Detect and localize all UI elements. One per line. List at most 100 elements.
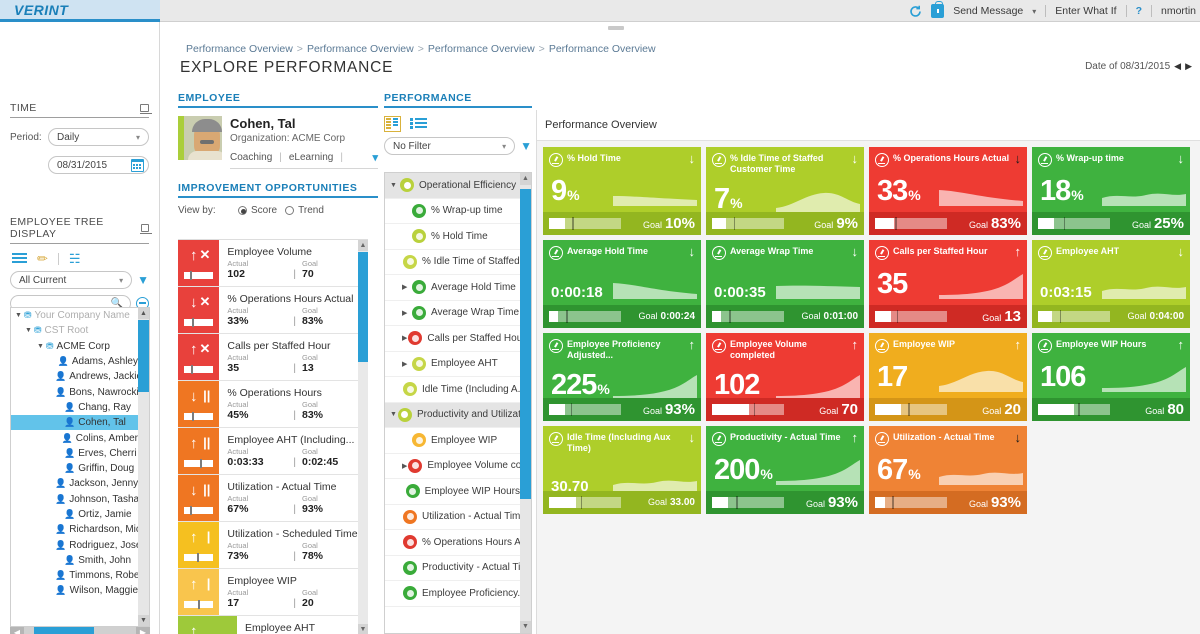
scroll-up-button[interactable]: ▲	[138, 308, 149, 319]
performance-filter-select[interactable]: No Filter ▾	[384, 137, 515, 155]
performance-tree-node[interactable]: ▶Employee AHT	[385, 352, 520, 378]
kpi-tile[interactable]: Employee AHT↓0:03:15Goal0:04:00	[1032, 240, 1190, 328]
chevron-right-icon[interactable]: ▶	[402, 283, 411, 291]
chevron-right-icon[interactable]: ▶	[402, 360, 411, 368]
kpi-tile[interactable]: Idle Time (Including Aux Time)↓30.70Goal…	[543, 426, 701, 514]
enter-what-if-button[interactable]: Enter What If	[1055, 5, 1116, 17]
kpi-tile[interactable]: Employee Volume completed↑102Goal70	[706, 333, 864, 421]
refresh-icon[interactable]	[909, 5, 922, 18]
filter-funnel-icon[interactable]: ▼	[520, 139, 532, 153]
kpi-tile[interactable]: % Idle Time of Staffed Customer Time↓7%G…	[706, 147, 864, 235]
employee-tree-node[interactable]: 👤Ortiz, Jamie	[11, 507, 138, 522]
breadcrumb-item[interactable]: Performance Overview	[307, 43, 414, 55]
next-arrow-icon[interactable]: ▶	[1185, 61, 1192, 72]
kpi-tile[interactable]: % Wrap-up time↓18%Goal25%	[1032, 147, 1190, 235]
chevron-down-icon[interactable]: ▾	[1032, 7, 1036, 16]
period-select[interactable]: Daily ▾	[48, 128, 149, 146]
chevron-right-icon[interactable]: ▶	[402, 462, 407, 470]
performance-tree-node[interactable]: ▶Employee Volume co...	[385, 454, 520, 480]
kpi-tile[interactable]: Productivity - Actual Time↑200%Goal93%	[706, 426, 864, 514]
performance-tree-node[interactable]: ▶Calls per Staffed Hour	[385, 326, 520, 352]
improvement-opportunity-row[interactable]: ↑|Employee WIPActual17|Goal20	[178, 569, 368, 616]
employee-tree-node[interactable]: 👤Richardson, Michael	[11, 522, 138, 537]
kpi-tile[interactable]: Average Hold Time↓0:00:18Goal0:00:24	[543, 240, 701, 328]
list-icon[interactable]	[410, 117, 427, 130]
employee-tree-node[interactable]: 👤Bons, Nawrocki	[11, 384, 138, 399]
employee-tree-node[interactable]: 👤Smith, John	[11, 553, 138, 568]
scroll-thumb[interactable]	[520, 189, 531, 499]
performance-tree-node[interactable]: % Operations Hours A...	[385, 530, 520, 556]
scroll-down-button[interactable]: ▼	[358, 624, 368, 634]
report-icon[interactable]	[384, 116, 399, 130]
lock-icon[interactable]	[931, 4, 944, 18]
performance-tree-scrollbar[interactable]: ▲ ▼	[520, 173, 531, 633]
performance-tree-node[interactable]: Productivity - Actual Ti...	[385, 556, 520, 582]
performance-tree-node[interactable]: Employee WIP	[385, 428, 520, 454]
performance-tree-node[interactable]: Idle Time (Including A...	[385, 377, 520, 403]
panel-collapse-icon[interactable]	[141, 224, 149, 232]
chevron-right-icon[interactable]: ▶	[402, 334, 407, 342]
filter-funnel-icon[interactable]: ▼	[137, 273, 149, 287]
scroll-right-button[interactable]: ▶	[136, 627, 150, 634]
employee-tree-node[interactable]: 👤Chang, Ray	[11, 400, 138, 415]
kpi-tile[interactable]: Calls per Staffed Hour↑35Goal13	[869, 240, 1027, 328]
improvement-opportunities-list[interactable]: ↑✕Employee VolumeActual102|Goal70↓✕% Ope…	[178, 239, 368, 634]
performance-tree-node[interactable]: ▶Average Wrap Time	[385, 301, 520, 327]
scroll-up-button[interactable]: ▲	[520, 173, 531, 185]
help-icon[interactable]: ?	[1136, 5, 1142, 17]
chevron-right-icon[interactable]: ▶	[402, 309, 411, 317]
org-chart-icon[interactable]: ☵	[69, 252, 81, 265]
employee-tree-node[interactable]: ▼⛃Your Company Name	[11, 308, 138, 323]
view-by-score-radio[interactable]: Score	[238, 205, 277, 216]
chevron-down-icon[interactable]: ▼	[15, 312, 24, 319]
kpi-tile[interactable]: Utilization - Actual Time↓67%Goal93%	[869, 426, 1027, 514]
employee-tree-node[interactable]: 👤Griffin, Doug	[11, 461, 138, 476]
performance-tree-node[interactable]: ▼Operational Efficiency	[385, 173, 520, 199]
performance-tree-node[interactable]: ▶Average Hold Time	[385, 275, 520, 301]
chevron-down-icon[interactable]: ▼	[390, 411, 397, 418]
edit-pencil-icon[interactable]: ✏	[37, 252, 48, 265]
calendar-icon[interactable]	[131, 159, 144, 172]
kpi-tile[interactable]: Employee WIP↑17Goal20	[869, 333, 1027, 421]
improvement-list-scrollbar[interactable]: ▲ ▼	[358, 240, 368, 634]
kpi-tile[interactable]: Average Wrap Time↓0:00:35Goal0:01:00	[706, 240, 864, 328]
kpi-tile[interactable]: % Hold Time↓9%Goal10%	[543, 147, 701, 235]
date-input[interactable]: 08/31/2015	[48, 156, 149, 174]
employee-tree-node[interactable]: 👤Adams, Ashley	[11, 354, 138, 369]
kpi-tile[interactable]: Employee Proficiency Adjusted...↑225%Goa…	[543, 333, 701, 421]
performance-tree-node[interactable]: Employee WIP Hours	[385, 479, 520, 505]
employee-tree-node[interactable]: 👤Wilson, Maggie	[11, 583, 138, 598]
performance-tree-node[interactable]: % Wrap-up time	[385, 199, 520, 225]
scroll-thumb[interactable]	[138, 320, 149, 392]
performance-tree-node[interactable]: Employee Proficiency...	[385, 581, 520, 607]
scroll-down-button[interactable]: ▼	[520, 621, 531, 633]
chevron-down-icon[interactable]: ▼	[390, 182, 399, 189]
user-menu[interactable]: nmortin	[1161, 5, 1196, 17]
chevron-down-icon[interactable]: ▼	[37, 343, 46, 350]
employee-tree-node[interactable]: ▼⛃CST Root	[11, 323, 138, 338]
improvement-opportunity-row[interactable]: ↑✕Calls per Staffed HourActual35|Goal13	[178, 334, 368, 381]
employee-tree-scrollbar[interactable]: ▲ ▼	[138, 308, 149, 626]
prev-arrow-icon[interactable]: ◀	[1174, 61, 1181, 72]
scroll-up-button[interactable]: ▲	[358, 240, 368, 251]
scroll-down-button[interactable]: ▼	[138, 615, 149, 626]
scroll-left-button[interactable]: ◀	[10, 627, 24, 634]
view-by-trend-radio[interactable]: Trend	[285, 205, 324, 216]
performance-tree-node[interactable]: % Idle Time of Staffed...	[385, 250, 520, 276]
employee-tree-node[interactable]: 👤Erves, Cherri	[11, 446, 138, 461]
breadcrumb-item[interactable]: Performance Overview	[186, 43, 293, 55]
improvement-opportunity-row[interactable]: ↓||Utilization - Actual TimeActual67%|Go…	[178, 475, 368, 522]
breadcrumb-item[interactable]: Performance Overview	[428, 43, 535, 55]
improvement-opportunity-row[interactable]: ↑||Employee AHT (Including...Actual0:03:…	[178, 428, 368, 475]
scroll-thumb-h[interactable]	[34, 627, 94, 634]
scope-select[interactable]: All Current ▾	[10, 271, 132, 289]
employee-tree-node[interactable]: 👤Timmons, Robert	[11, 568, 138, 583]
improvement-opportunity-row[interactable]: ↑Employee AHT	[178, 616, 368, 634]
elearning-link[interactable]: eLearning	[289, 152, 333, 163]
employee-tree-node[interactable]: ▼⛃ACME Corp	[11, 339, 138, 354]
performance-tree-node[interactable]: Utilization - Actual Time	[385, 505, 520, 531]
employee-tree[interactable]: ▼⛃Your Company Name▼⛃CST Root▼⛃ACME Corp…	[10, 307, 150, 627]
employee-tree-hscrollbar[interactable]: ◀ ▶	[10, 627, 150, 634]
chevron-down-icon[interactable]: ▾	[372, 151, 378, 164]
kpi-tile[interactable]: Employee WIP Hours↑106Goal80	[1032, 333, 1190, 421]
